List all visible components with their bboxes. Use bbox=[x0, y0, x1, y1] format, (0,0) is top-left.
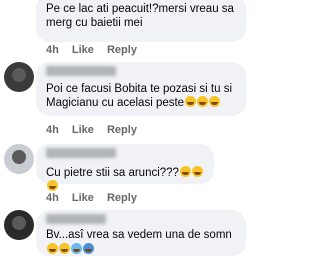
reply-button[interactable]: Reply bbox=[107, 44, 137, 56]
flexed-biceps-icon bbox=[47, 243, 58, 254]
avatar[interactable] bbox=[4, 144, 34, 174]
flexed-biceps-icon bbox=[59, 243, 70, 254]
emoji-row bbox=[36, 243, 236, 257]
author-name-redacted[interactable] bbox=[46, 66, 116, 76]
comment-bubble[interactable]: Poi ce facusi Bobita te pozasi si tu si … bbox=[36, 62, 246, 116]
like-button[interactable]: Like bbox=[72, 192, 94, 204]
comment-time: 4h bbox=[46, 192, 59, 204]
comment-bubble[interactable]: Cu pietre stii sa arunci??? bbox=[36, 144, 214, 191]
author-name-redacted[interactable] bbox=[46, 214, 106, 224]
like-button[interactable]: Like bbox=[72, 44, 94, 56]
comment-text: Cu pietre stii sa arunci??? bbox=[36, 166, 204, 194]
comment-actions: 4h Like Reply bbox=[46, 124, 147, 136]
comment-actions: 4h Like Reply bbox=[46, 44, 147, 56]
comment-text: Poi ce facusi Bobita te pozasi si tu si … bbox=[46, 83, 233, 109]
reply-button[interactable]: Reply bbox=[107, 192, 137, 204]
comment-bubble[interactable]: Pe ce lac ati peacuit!?mersi vreau sa me… bbox=[36, 0, 246, 42]
comment-actions: 4h Like Reply bbox=[46, 192, 147, 204]
fishing-icon bbox=[83, 243, 94, 254]
comment-text: Pe ce lac ati peacuit!?mersi vreau sa me… bbox=[46, 3, 234, 29]
fish-icon bbox=[71, 243, 82, 254]
avatar[interactable] bbox=[4, 210, 34, 240]
avatar[interactable] bbox=[4, 62, 34, 92]
comment-bubble[interactable]: Bv...asî vrea sa vedem una de somn bbox=[36, 210, 246, 256]
comment-time: 4h bbox=[46, 44, 59, 56]
like-button[interactable]: Like bbox=[72, 124, 94, 136]
laughing-emoji-icon bbox=[184, 96, 221, 109]
comment-text: Bv...asî vrea sa vedem una de somn bbox=[46, 229, 232, 241]
reply-button[interactable]: Reply bbox=[107, 124, 137, 136]
comment-time: 4h bbox=[46, 124, 59, 136]
author-name-redacted[interactable] bbox=[46, 148, 116, 158]
